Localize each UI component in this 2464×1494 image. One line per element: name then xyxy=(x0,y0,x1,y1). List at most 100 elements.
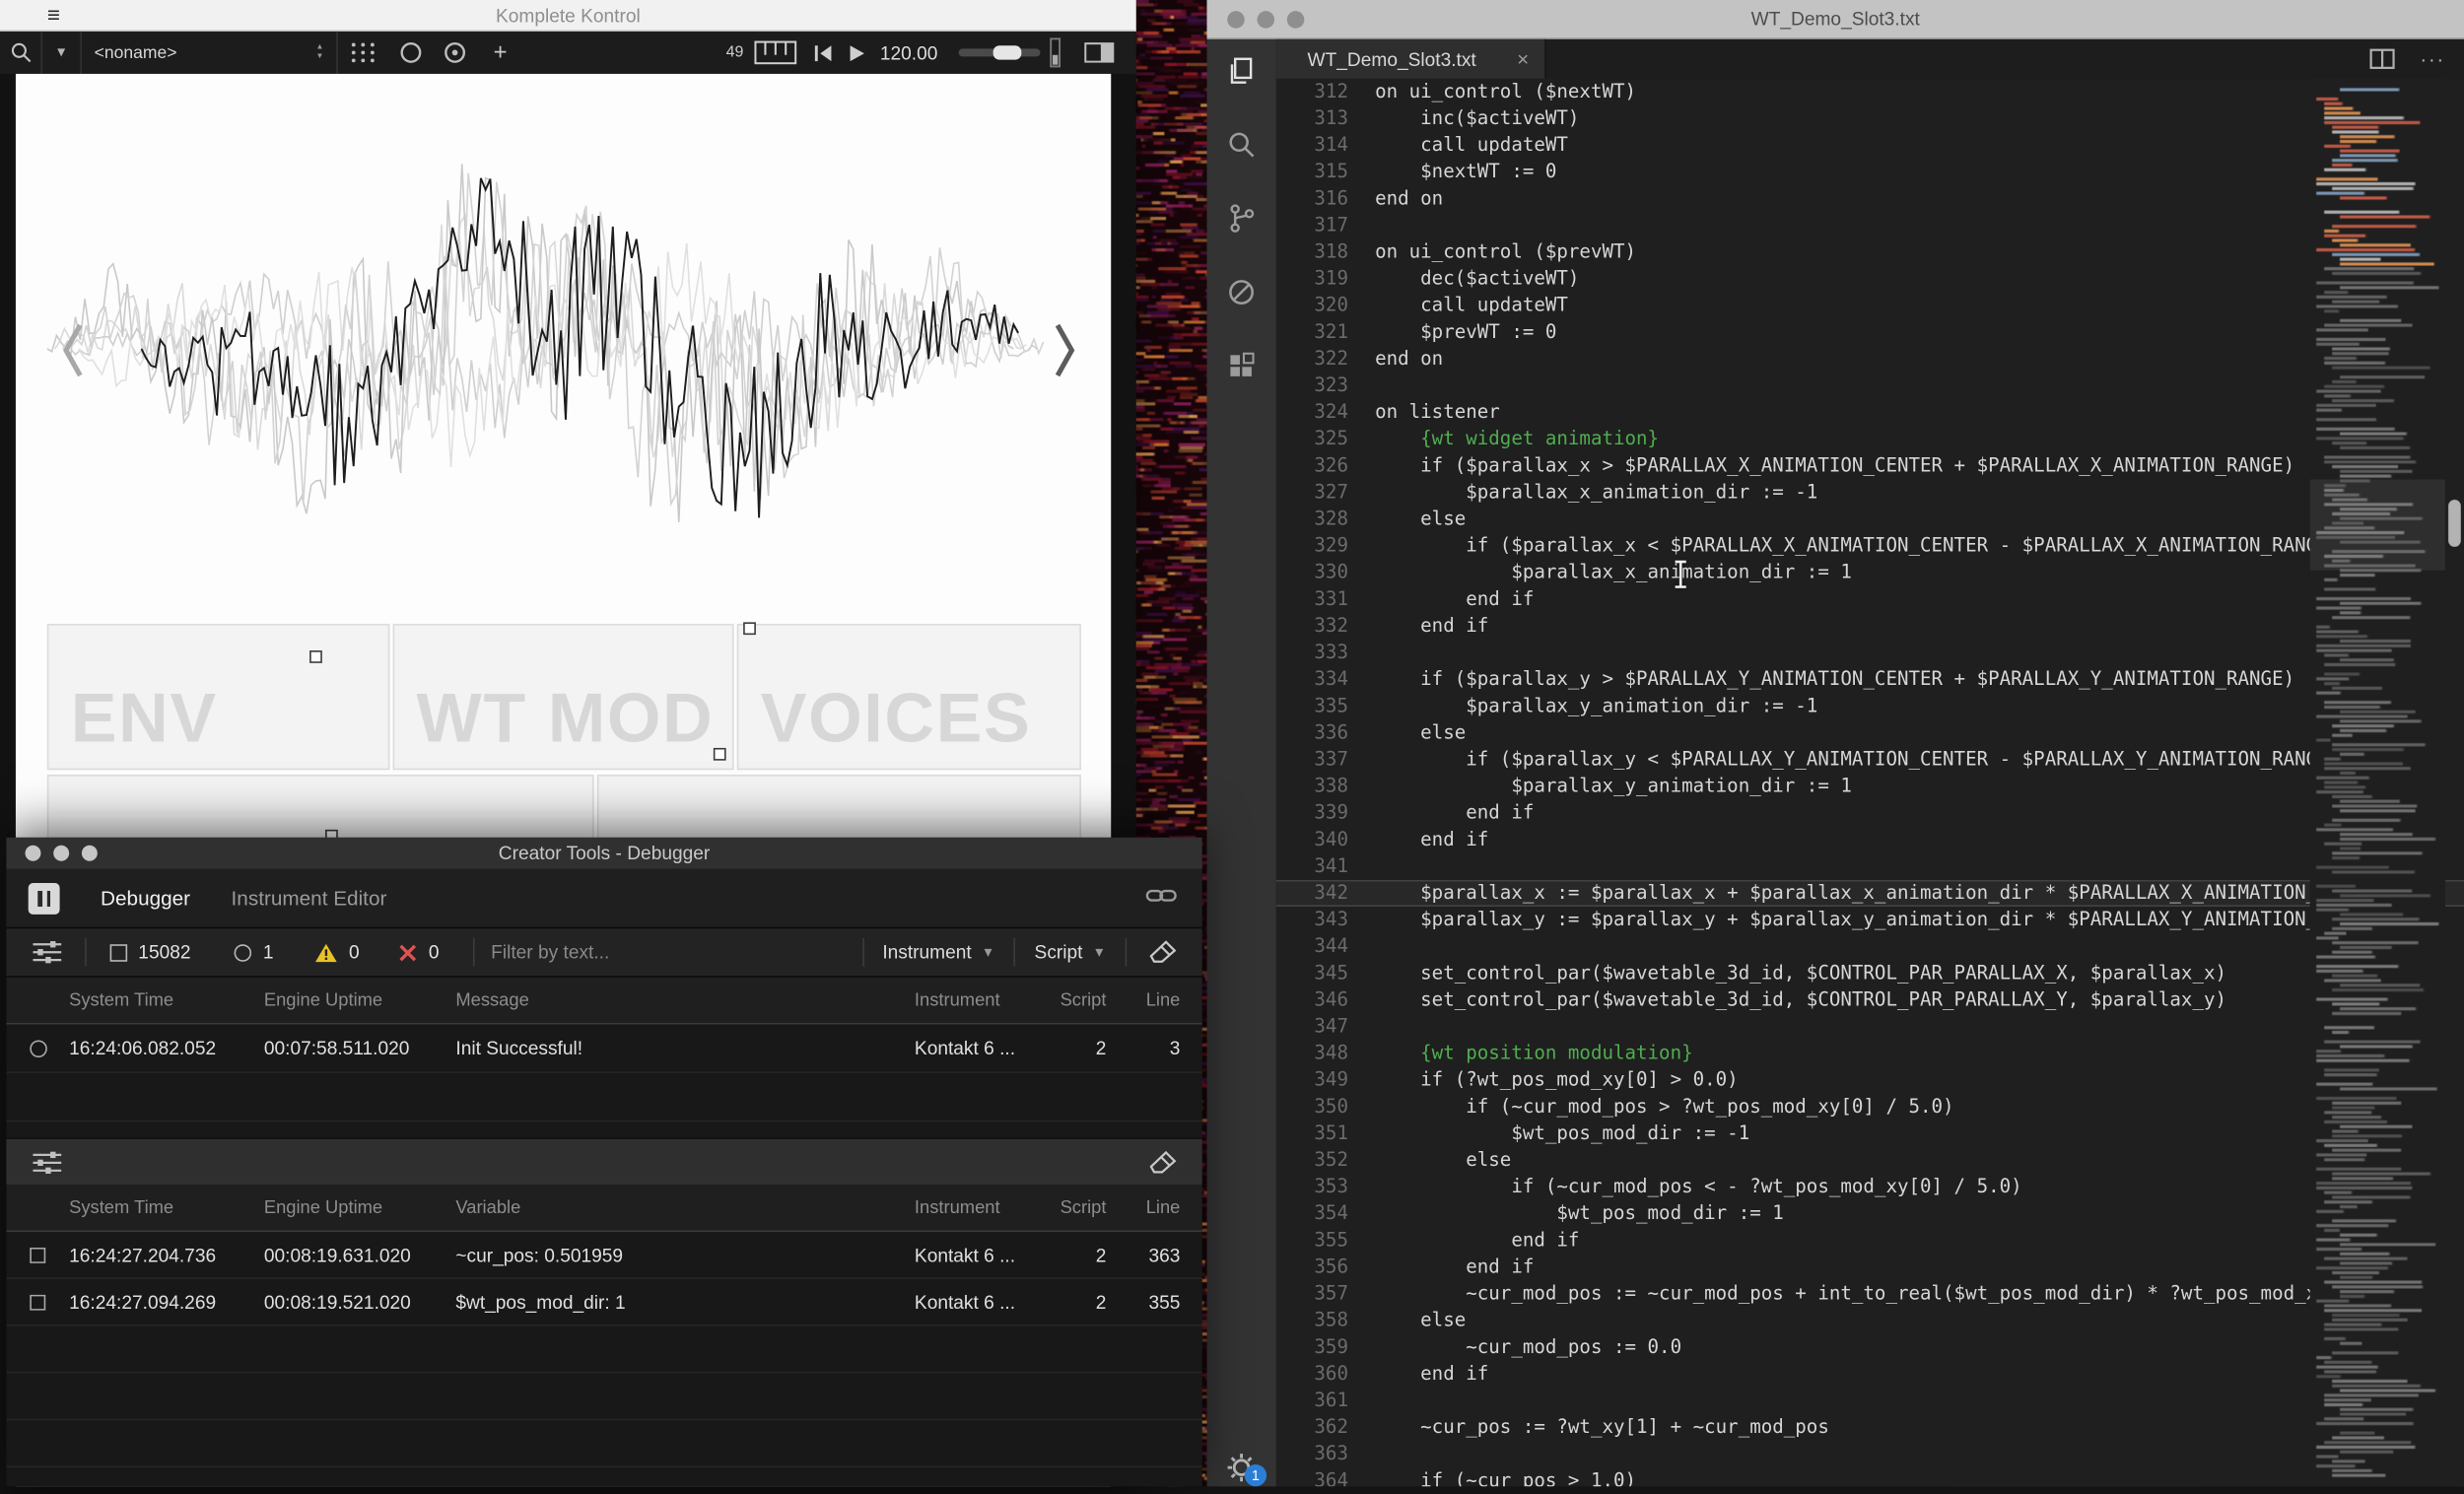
code-line[interactable]: 328 else xyxy=(1276,506,2464,532)
code-line[interactable]: 325 {wt widget animation} xyxy=(1276,426,2464,452)
code-line[interactable]: 351 $wt_pos_mod_dir := -1 xyxy=(1276,1120,2464,1147)
editor-scrollbar[interactable] xyxy=(2445,79,2464,1487)
code-line[interactable]: 356 end if xyxy=(1276,1254,2464,1280)
error-count-toggle[interactable]: 0 xyxy=(397,941,440,963)
code-line[interactable]: 343 $parallax_y := $parallax_y + $parall… xyxy=(1276,907,2464,933)
menu-icon[interactable]: ≡ xyxy=(47,2,60,28)
source-control-branch-icon[interactable] xyxy=(1226,203,1258,235)
extensions-icon[interactable] xyxy=(1226,351,1258,382)
panel-wt-mod[interactable]: WT MOD xyxy=(393,624,734,770)
code-line[interactable]: 346 set_control_par($wavetable_3d_id, $C… xyxy=(1276,986,2464,1013)
tab-debugger[interactable]: Debugger xyxy=(101,886,190,910)
clear-watch-button[interactable] xyxy=(1148,1149,1177,1175)
record-button[interactable] xyxy=(444,32,467,74)
code-line[interactable]: 353 if (~cur_mod_pos < - ?wt_pos_mod_xy[… xyxy=(1276,1174,2464,1200)
info-count-toggle[interactable]: 1 xyxy=(235,941,273,963)
code-line[interactable]: 344 xyxy=(1276,933,2464,960)
transport-prev-button[interactable] xyxy=(812,32,834,74)
browser-search-button[interactable] xyxy=(0,32,42,74)
log-count-toggle[interactable]: 15082 xyxy=(110,941,191,963)
code-line[interactable]: 326 if ($parallax_x > $PARALLAX_X_ANIMAT… xyxy=(1276,452,2464,479)
loop-button[interactable] xyxy=(399,32,423,74)
code-line[interactable]: 359 ~cur_mod_pos := 0.0 xyxy=(1276,1334,2464,1361)
code-line[interactable]: 312on ui_control ($nextWT) xyxy=(1276,79,2464,105)
table-row[interactable]: 16:24:06.082.05200:07:58.511.020Init Suc… xyxy=(6,1025,1201,1073)
code-line[interactable]: 338 $parallax_y_animation_dir := 1 xyxy=(1276,773,2464,799)
code-line[interactable]: 337 if ($parallax_y < $PARALLAX_Y_ANIMAT… xyxy=(1276,746,2464,773)
minimize-window-button[interactable] xyxy=(1258,11,1275,29)
code-line[interactable]: 350 if (~cur_mod_pos > ?wt_pos_mod_xy[0]… xyxy=(1276,1094,2464,1120)
circle-slash-icon[interactable] xyxy=(1226,277,1258,308)
close-tab-icon[interactable]: × xyxy=(1517,47,1529,71)
pause-button[interactable] xyxy=(29,882,60,914)
warning-count-toggle[interactable]: 0 xyxy=(314,941,360,963)
resize-handle[interactable] xyxy=(714,748,726,761)
kk-titlebar[interactable]: ≡ Komplete Kontrol xyxy=(0,0,1136,32)
table-row[interactable]: 16:24:27.094.26900:08:19.521.020$wt_pos_… xyxy=(6,1279,1201,1326)
panel-env[interactable]: ENV xyxy=(47,624,390,770)
row-checkbox[interactable] xyxy=(30,1247,45,1262)
keyboard-indicator[interactable] xyxy=(754,32,796,74)
minimize-window-button[interactable] xyxy=(53,846,69,861)
code-line[interactable]: 317 xyxy=(1276,212,2464,238)
code-line[interactable]: 333 xyxy=(1276,640,2464,666)
midi-assignment-button[interactable] xyxy=(349,32,377,74)
toggle-browser-panel-button[interactable] xyxy=(1084,32,1114,74)
code-line[interactable]: 332 end if xyxy=(1276,613,2464,640)
code-line[interactable]: 362 ~cur_pos := ?wt_xy[1] + ~cur_mod_pos xyxy=(1276,1414,2464,1441)
code-line[interactable]: 352 else xyxy=(1276,1147,2464,1174)
code-line[interactable]: 324on listener xyxy=(1276,399,2464,426)
row-checkbox[interactable] xyxy=(30,1294,45,1310)
minimap[interactable] xyxy=(2310,79,2445,1487)
code-line[interactable]: 345 set_control_par($wavetable_3d_id, $C… xyxy=(1276,960,2464,986)
search-icon[interactable] xyxy=(1226,129,1258,161)
link-button[interactable] xyxy=(1145,884,1177,913)
close-window-button[interactable] xyxy=(1227,11,1245,29)
clear-log-button[interactable] xyxy=(1148,939,1177,965)
code-line[interactable]: 335 $parallax_y_animation_dir := -1 xyxy=(1276,693,2464,719)
code-line[interactable]: 331 end if xyxy=(1276,586,2464,613)
code-line[interactable]: 314 call updateWT xyxy=(1276,132,2464,159)
minimap-viewport[interactable] xyxy=(2310,479,2445,570)
filter-settings-button[interactable] xyxy=(32,939,63,965)
code-line[interactable]: 358 else xyxy=(1276,1308,2464,1334)
debugger-titlebar[interactable]: Creator Tools - Debugger xyxy=(6,838,1201,869)
code-line[interactable]: 320 call updateWT xyxy=(1276,293,2464,319)
code-line[interactable]: 341 xyxy=(1276,853,2464,880)
scrollbar-thumb[interactable] xyxy=(2448,500,2461,547)
code-line[interactable]: 360 end if xyxy=(1276,1361,2464,1388)
panel-voices[interactable]: VOICES xyxy=(737,624,1081,770)
code-line[interactable]: 323 xyxy=(1276,373,2464,399)
tab-instrument-editor[interactable]: Instrument Editor xyxy=(232,886,387,910)
code-line[interactable]: 357 ~cur_mod_pos := ~cur_mod_pos + int_t… xyxy=(1276,1280,2464,1307)
tab-wt-demo-slot3[interactable]: WT_Demo_Slot3.txt × xyxy=(1276,39,1546,79)
code-line[interactable]: 354 $wt_pos_mod_dir := 1 xyxy=(1276,1200,2464,1227)
code-line[interactable]: 340 end if xyxy=(1276,827,2464,853)
code-line[interactable]: 336 else xyxy=(1276,719,2464,746)
code-line[interactable]: 364 if (~cur_pos > 1.0) xyxy=(1276,1467,2464,1486)
instrument-dropdown[interactable]: Instrument ▾ xyxy=(882,941,992,963)
code-line[interactable]: 349 if (?wt_pos_mod_xy[0] > 0.0) xyxy=(1276,1067,2464,1094)
resize-handle[interactable] xyxy=(743,622,756,635)
code-line[interactable]: 321 $prevWT := 0 xyxy=(1276,319,2464,346)
table-row[interactable]: 16:24:27.204.73600:08:19.631.020~cur_pos… xyxy=(6,1232,1201,1279)
code-line[interactable]: 319 dec($activeWT) xyxy=(1276,265,2464,292)
filter-text-input[interactable] xyxy=(491,941,847,963)
code-line[interactable]: 327 $parallax_x_animation_dir := -1 xyxy=(1276,479,2464,506)
volume-slider[interactable] xyxy=(959,48,1041,56)
close-window-button[interactable] xyxy=(26,846,41,861)
code-line[interactable]: 316end on xyxy=(1276,185,2464,212)
wavetable-display[interactable] xyxy=(16,74,1111,624)
watch-filter-settings-button[interactable] xyxy=(32,1149,63,1175)
code-line[interactable]: 334 if ($parallax_y > $PARALLAX_Y_ANIMAT… xyxy=(1276,666,2464,693)
code-line[interactable]: 315 $nextWT := 0 xyxy=(1276,159,2464,185)
code-line[interactable]: 347 xyxy=(1276,1013,2464,1040)
files-icon[interactable] xyxy=(1226,55,1258,87)
transport-play-button[interactable] xyxy=(847,32,865,74)
code-line[interactable]: 355 end if xyxy=(1276,1227,2464,1254)
status-circle-icon[interactable] xyxy=(29,1040,46,1057)
preset-stepper[interactable]: ▲ ▼ xyxy=(316,44,324,62)
code-line[interactable]: 329 if ($parallax_x < $PARALLAX_X_ANIMAT… xyxy=(1276,532,2464,559)
zoom-window-button[interactable] xyxy=(1287,11,1305,29)
slider-thumb[interactable] xyxy=(993,45,1022,59)
